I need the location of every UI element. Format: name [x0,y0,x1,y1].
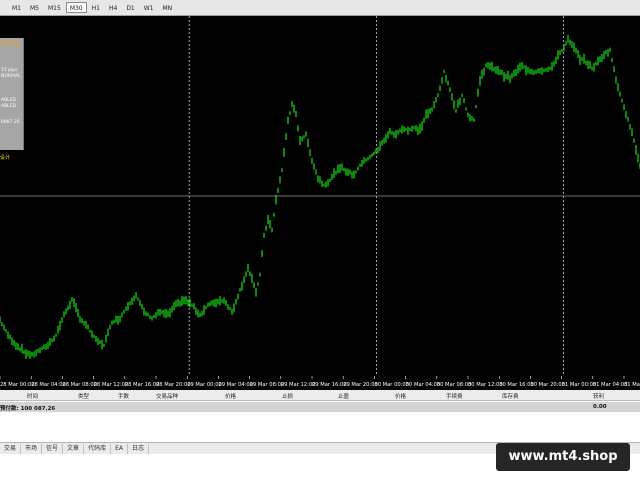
x-tick-label: 29 Mar 12:00 [281,382,316,388]
tab-journal[interactable]: 日志 [128,443,149,454]
column-header[interactable]: 库存费 [502,392,519,400]
column-header[interactable]: 止损 [282,392,293,400]
tab-trade[interactable]: 交易 [0,443,22,454]
ea-info-line: ABLED [1,98,16,103]
timeframe-button-h4[interactable]: H4 [105,2,121,13]
tab-label: 日志 [131,444,144,452]
timeframe-toolbar: M1 M5 M15 M30 H1 H4 D1 W1 MN [0,0,640,16]
x-tick-label: 30 Mar 08:00 [437,382,472,388]
x-tick-label: 30 Mar 04:00 [406,382,441,388]
column-header[interactable]: 价格 [395,392,406,400]
column-header[interactable]: 类型 [78,392,89,400]
x-tick-label: 28 Mar 20:00 [156,382,191,388]
ea-info-line: 15 pips [1,68,18,73]
x-tick-label: 30 Mar 20:00 [530,382,565,388]
timeframe-button-w1[interactable]: W1 [140,2,158,13]
tab-label: 交易 [4,444,17,452]
x-tick-label: 28 Mar 00:00 [0,382,35,388]
tab-label: 信号 [46,444,59,452]
x-tick-label: 28 Mar 04:00 [31,382,66,388]
column-header[interactable]: 时间 [27,392,38,400]
x-tick-label: 30 Mar 12:00 [468,382,503,388]
watermark-label: www.mt4.shop [496,443,630,471]
ea-info-title: ATC EA [1,42,19,47]
x-tick-label: 31 Mar 00:00 [562,382,597,388]
timeframe-button-d1[interactable]: D1 [122,2,138,13]
ea-info-footer: 设计 [0,155,11,161]
x-tick-label: 29 Mar 04:00 [218,382,253,388]
ea-info-line: NORMAL [1,74,21,79]
column-header[interactable]: 获利 [593,392,604,400]
x-tick-label: 31 Mar 04:00 [593,382,628,388]
timeframe-button-m30[interactable]: M30 [65,2,87,13]
profit-value: 0.00 [593,404,607,410]
tab-market[interactable]: 市场 [21,443,43,454]
tab-label: EA [115,444,123,452]
tab-articles[interactable]: 文章 [63,443,85,454]
x-tick-label: 29 Mar 16:00 [312,382,347,388]
ea-info-panel: ATC EA 15 pips NORMAL ABLED ABLED 0087.2… [0,38,24,150]
x-tick-label: 30 Mar 16:00 [499,382,534,388]
tab-code-base[interactable]: 代码库 [84,443,112,454]
column-header[interactable]: 价格 [225,392,236,400]
ea-info-line: ABLED [1,104,16,109]
x-tick-label: 28 Mar 08:00 [62,382,97,388]
ea-info-line: 0087.26 [1,120,20,125]
mt4-window: M1 M5 M15 M30 H1 H4 D1 W1 MN 28 Mar 00:00 28 Mar … [0,0,640,480]
x-tick-label: 28 Mar 12:00 [94,382,129,388]
price-chart[interactable]: 28 Mar 00:00 28 Mar 04:00 28 Mar 08:00 28 M… [0,16,640,390]
tab-signals[interactable]: 信号 [42,443,64,454]
x-tick-label: 30 Mar 00:00 [374,382,409,388]
balance-row: 预付款: 100 087.26 0.00 [0,402,640,412]
tab-experts[interactable]: EA [111,443,128,454]
x-tick-label: 31 Mar 08:00 [624,382,640,388]
tab-label: 市场 [25,444,38,452]
timeframe-button-m1[interactable]: M1 [8,2,25,13]
timeframe-button-mn[interactable]: MN [159,2,177,13]
timeframe-button-h1[interactable]: H1 [88,2,104,13]
tab-label: 代码库 [88,444,107,452]
column-header[interactable]: 手续费 [446,392,463,400]
column-header[interactable]: 交易品种 [156,392,178,400]
timeframe-button-m15[interactable]: M15 [44,2,65,13]
column-header[interactable]: 止盈 [338,392,349,400]
x-tick-label: 28 Mar 16:00 [125,382,160,388]
terminal-body [0,412,640,442]
terminal-column-header: 时间 类型 手数 交易品种 价格 止损 止盈 价格 手续费 库存费 获利 [0,390,640,401]
balance-label: 预付款: 100 087.26 [0,406,56,412]
tab-label: 文章 [67,444,80,452]
chart-canvas[interactable]: 28 Mar 00:0028 Mar 04:0028 Mar 08:0028 M… [0,16,640,390]
column-header[interactable]: 手数 [118,392,129,400]
x-tick-label: 29 Mar 20:00 [343,382,378,388]
x-tick-label: 29 Mar 08:00 [250,382,285,388]
x-tick-label: 29 Mar 00:00 [187,382,222,388]
timeframe-button-m5[interactable]: M5 [26,2,43,13]
